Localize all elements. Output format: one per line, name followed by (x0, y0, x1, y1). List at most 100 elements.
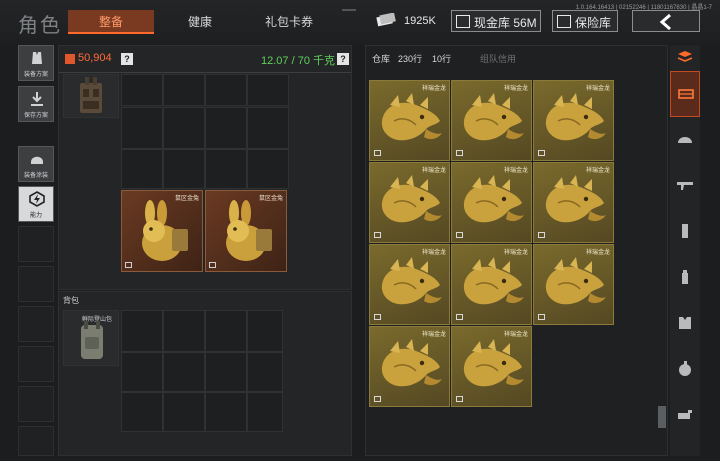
grid-cell[interactable] (247, 149, 289, 189)
chevron-left-icon (659, 14, 671, 30)
warehouse-header: 仓库 230行 10行 组队信用 (366, 46, 669, 68)
cash-store-button[interactable]: 现金库 56M (451, 10, 541, 32)
warehouse-item[interactable]: 祥瑞金龙 (369, 162, 450, 243)
category-key[interactable] (670, 393, 700, 439)
warehouse-item[interactable]: 祥瑞金龙 (533, 162, 614, 243)
sidebar-item-ability[interactable]: 能力 (18, 186, 54, 222)
item-badge-icon (374, 314, 381, 320)
equip-value: 50,904 (78, 52, 112, 64)
sidebar-item-equip-plan[interactable]: 装备方案 (18, 45, 54, 81)
warehouse-item[interactable]: 祥瑞金龙 (369, 326, 450, 407)
grid-cell[interactable] (163, 149, 205, 189)
tab-team-credit[interactable]: 组队信用 (480, 52, 516, 65)
warehouse-item[interactable]: 祥瑞金龙 (369, 80, 450, 161)
vest-slot[interactable] (63, 74, 119, 118)
category-rifle[interactable] (670, 163, 700, 209)
vest-icon (32, 52, 42, 64)
grid-cell[interactable] (205, 107, 247, 149)
safe-box-button[interactable]: 保险库 (552, 10, 618, 32)
money-icon (456, 15, 470, 28)
inventory-item[interactable]: 鼠区金兔 (205, 190, 287, 272)
armor-icon (679, 317, 691, 329)
item-badge-icon (209, 262, 216, 268)
sidebar-item-save-plan[interactable]: 保存方案 (18, 86, 54, 122)
help-icon[interactable]: ? (337, 53, 349, 65)
category-helmet[interactable] (670, 117, 700, 163)
golden-dragon-icon (381, 93, 442, 141)
category-tray[interactable] (670, 71, 700, 117)
grid-cell[interactable] (163, 107, 205, 149)
warehouse-item[interactable]: 祥瑞金龙 (451, 80, 532, 161)
scrollbar[interactable] (658, 406, 666, 428)
back-button[interactable] (632, 10, 700, 32)
empty-slot (18, 266, 54, 302)
grid-cell[interactable] (121, 74, 163, 106)
category-armor[interactable] (670, 301, 700, 347)
category-grenade[interactable] (670, 347, 700, 393)
grid-cell[interactable] (247, 107, 289, 149)
grid-cell[interactable] (121, 310, 163, 352)
grid-cell[interactable] (247, 392, 283, 432)
sidebar-item-label: 能力 (29, 213, 42, 219)
sidebar-item-equip-skin[interactable]: 装备涂装 (18, 146, 54, 182)
divider (342, 9, 356, 11)
warehouse-item[interactable]: 祥瑞金龙 (369, 244, 450, 325)
warehouse-item[interactable]: 祥瑞金龙 (533, 244, 614, 325)
golden-dragon-icon (381, 339, 442, 387)
tab-equip[interactable]: 整备 (68, 10, 154, 34)
grid-cell[interactable] (205, 310, 247, 352)
stack-icon (677, 51, 693, 62)
empty-slot[interactable] (533, 326, 614, 407)
grid-cell[interactable] (205, 74, 247, 106)
warehouse-capacity: 230行 (398, 54, 423, 64)
grid-cell[interactable] (121, 149, 163, 189)
golden-dragon-icon (545, 175, 606, 223)
sidebar-item-label: 保存方案 (23, 113, 48, 119)
category-consumable[interactable] (670, 255, 700, 301)
grid-cell[interactable] (163, 310, 205, 352)
grid-cell[interactable] (121, 392, 163, 432)
grid-cell[interactable] (247, 74, 289, 106)
tab-gift-cards[interactable]: 礼包卡券 (246, 10, 332, 34)
inventory-item[interactable]: 鼠区金兔 (121, 190, 203, 272)
backpack-slot[interactable]: 鲜际登山包 (63, 310, 119, 366)
grid-cell[interactable] (121, 107, 163, 149)
empty-slot (18, 306, 54, 342)
grid-cell[interactable] (247, 310, 283, 352)
grid-cell[interactable] (163, 74, 205, 106)
grid-cell[interactable] (121, 352, 163, 392)
golden-rabbit-icon (142, 200, 188, 261)
item-badge-icon (456, 232, 463, 238)
warehouse-tag-rows: 10行 (432, 54, 452, 64)
warehouse-panel: 仓库 230行 10行 组队信用 祥瑞金龙 祥瑞金龙 祥瑞金龙 祥瑞金龙 祥瑞金龙 祥瑞金… (365, 45, 668, 456)
golden-dragon-icon (463, 339, 524, 387)
grid-cell[interactable] (163, 352, 205, 392)
category-all[interactable] (670, 45, 700, 71)
golden-rabbit-icon (226, 200, 272, 261)
category-magazine[interactable] (670, 209, 700, 255)
divider (59, 72, 351, 73)
item-badge-icon (374, 150, 381, 156)
grid-cell[interactable] (205, 392, 247, 432)
grid-cell[interactable] (205, 352, 247, 392)
warehouse-item[interactable]: 祥瑞金龙 (451, 162, 532, 243)
bottle-icon (682, 270, 688, 284)
golden-dragon-icon (545, 257, 606, 305)
grid-cell[interactable] (163, 392, 205, 432)
ability-icon (29, 191, 45, 207)
grid-cell[interactable] (247, 352, 283, 392)
tab-health[interactable]: 健康 (160, 10, 240, 34)
warehouse-item[interactable]: 祥瑞金龙 (451, 244, 532, 325)
vest-item-icon (80, 77, 102, 113)
download-icon (31, 92, 43, 106)
grenade-icon (679, 361, 691, 376)
warehouse-item[interactable]: 祥瑞金龙 (451, 326, 532, 407)
grid-cell[interactable] (205, 149, 247, 189)
item-badge-icon (374, 396, 381, 402)
help-icon[interactable]: ? (121, 53, 133, 65)
warehouse-item[interactable]: 祥瑞金龙 (533, 80, 614, 161)
item-badge-icon (538, 150, 545, 156)
item-badge-icon (456, 150, 463, 156)
golden-dragon-icon (463, 257, 524, 305)
ticket-icon (376, 13, 396, 27)
